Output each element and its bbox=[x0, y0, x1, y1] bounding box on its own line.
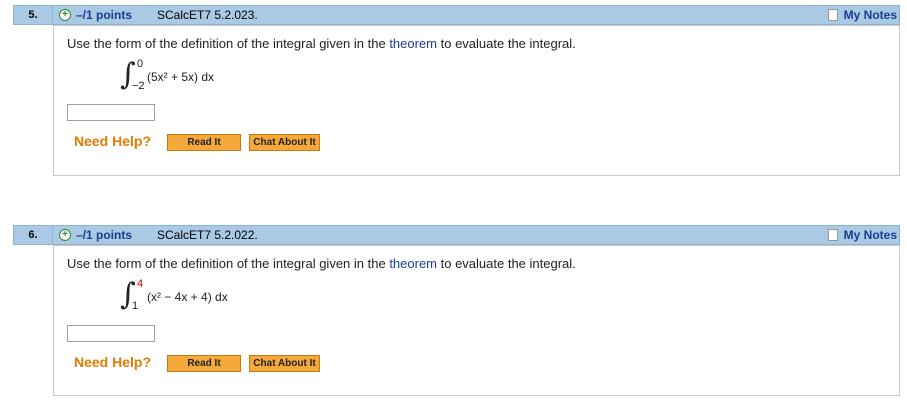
read-it-button[interactable]: Read It bbox=[167, 134, 241, 151]
prompt-text-end: to evaluate the integral. bbox=[437, 256, 576, 271]
question-5-header: 5. + –/1 points SCalcET7 5.2.023. My Not… bbox=[13, 5, 900, 25]
note-icon bbox=[827, 229, 838, 241]
prompt-text: Use the form of the definition of the in… bbox=[67, 256, 390, 271]
integrand: (5x² + 5x) dx bbox=[147, 70, 215, 84]
theorem-link[interactable]: theorem bbox=[389, 256, 437, 271]
need-help-label: Need Help? bbox=[74, 354, 152, 370]
integral-upper-limit: 4 bbox=[137, 278, 144, 290]
read-it-button[interactable]: Read It bbox=[167, 355, 241, 372]
chat-about-it-button[interactable]: Chat About It bbox=[249, 355, 320, 372]
points-label: –/1 points bbox=[76, 228, 133, 242]
integrand: (x² − 4x + 4) dx bbox=[147, 290, 228, 304]
question-number: 5. bbox=[14, 6, 53, 24]
points-label: –/1 points bbox=[76, 8, 133, 22]
expand-plus-icon[interactable]: + bbox=[59, 229, 71, 241]
prompt-text: Use the form of the definition of the in… bbox=[67, 36, 390, 51]
integral-upper-limit: 0 bbox=[137, 58, 144, 70]
question-code: SCalcET7 5.2.022. bbox=[157, 228, 258, 242]
my-notes-label: My Notes bbox=[843, 8, 897, 22]
prompt-text-end: to evaluate the integral. bbox=[437, 36, 576, 51]
answer-input[interactable] bbox=[67, 104, 155, 121]
note-icon bbox=[827, 9, 838, 21]
question-prompt: Use the form of the definition of the in… bbox=[67, 36, 576, 51]
question-number: 6. bbox=[14, 226, 53, 244]
expand-plus-icon[interactable]: + bbox=[59, 9, 71, 21]
answer-input[interactable] bbox=[67, 325, 155, 342]
theorem-link[interactable]: theorem bbox=[389, 36, 437, 51]
my-notes-label: My Notes bbox=[843, 228, 897, 242]
question-code: SCalcET7 5.2.023. bbox=[157, 8, 258, 22]
integral-lower-limit: 1 bbox=[132, 300, 139, 312]
question-prompt: Use the form of the definition of the in… bbox=[67, 256, 576, 271]
question-6-header: 6. + –/1 points SCalcET7 5.2.022. My Not… bbox=[13, 225, 900, 245]
integral-lower-limit: −2 bbox=[132, 80, 145, 92]
need-help-label: Need Help? bbox=[74, 133, 152, 149]
my-notes-button[interactable]: My Notes bbox=[826, 227, 897, 243]
chat-about-it-button[interactable]: Chat About It bbox=[249, 134, 320, 151]
my-notes-button[interactable]: My Notes bbox=[826, 7, 897, 23]
